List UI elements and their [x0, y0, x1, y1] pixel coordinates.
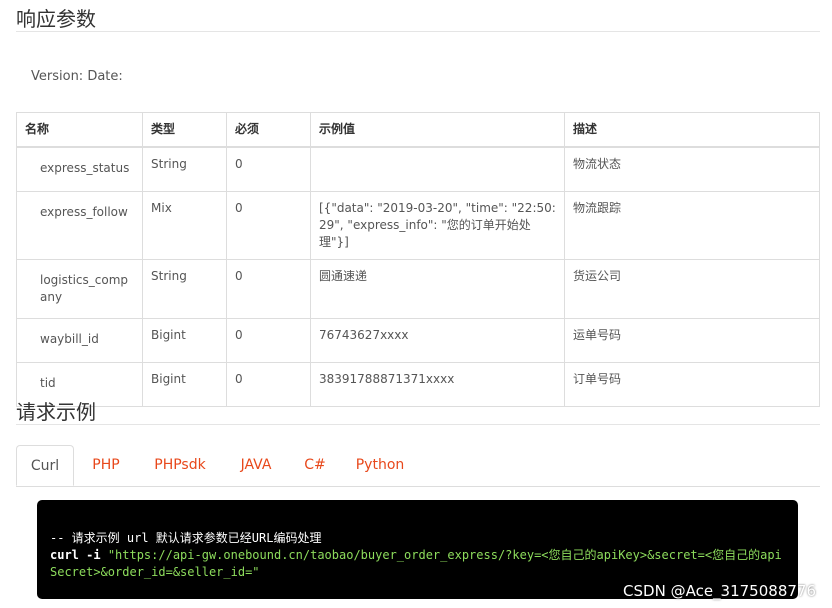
- tab-phpsdk[interactable]: PHPsdk: [146, 445, 214, 485]
- header-type: 类型: [142, 112, 227, 148]
- title-divider: [16, 31, 820, 32]
- cell-example: 76743627xxxx: [310, 318, 565, 363]
- cell-name: express_status: [16, 146, 143, 192]
- tab-curl[interactable]: Curl: [16, 445, 74, 486]
- tab-csharp[interactable]: C#: [296, 445, 334, 485]
- code-command: curl -i: [50, 548, 101, 562]
- tab-java[interactable]: JAVA: [228, 445, 284, 485]
- cell-name: express_follow: [16, 191, 143, 260]
- params-table: 名称 类型 必须 示例值 描述 express_status String 0 …: [16, 112, 820, 407]
- cell-description: 运单号码: [564, 318, 820, 363]
- cell-example: 38391788871371xxxx: [310, 362, 565, 407]
- cell-name: waybill_id: [16, 318, 143, 363]
- cell-description: 货运公司: [564, 259, 820, 319]
- cell-type: Bigint: [142, 362, 227, 407]
- cell-required: 0: [226, 146, 311, 192]
- table-row: express_follow Mix 0 [{"data": "2019-03-…: [16, 191, 820, 260]
- header-name: 名称: [16, 112, 143, 148]
- cell-required: 0: [226, 191, 311, 260]
- cell-required: 0: [226, 259, 311, 319]
- code-comment: -- 请求示例 url 默认请求参数已经URL编码处理: [50, 531, 322, 545]
- code-command-line: curl -i "https://api-gw.onebound.cn/taob…: [50, 547, 785, 581]
- table-row: logistics_company String 0 圆通速递 货运公司: [16, 259, 820, 319]
- csdn-watermark: CSDN @Ace_3175088776: [623, 582, 816, 600]
- response-params-title: 响应参数: [16, 7, 96, 31]
- table-header-row: 名称 类型 必须 示例值 描述: [16, 112, 820, 148]
- language-tabs: Curl PHP PHPsdk JAVA C# Python: [16, 445, 820, 487]
- table-row: waybill_id Bigint 0 76743627xxxx 运单号码: [16, 318, 820, 363]
- cell-description: 订单号码: [564, 362, 820, 407]
- table-row: tid Bigint 0 38391788871371xxxx 订单号码: [16, 362, 820, 407]
- header-description: 描述: [564, 112, 820, 148]
- cell-type: Bigint: [142, 318, 227, 363]
- request-example-title: 请求示例: [16, 400, 96, 424]
- title-divider: [16, 424, 820, 425]
- cell-description: 物流状态: [564, 146, 820, 192]
- cell-type: Mix: [142, 191, 227, 260]
- code-url: "https://api-gw.onebound.cn/taobao/buyer…: [50, 548, 782, 579]
- cell-required: 0: [226, 318, 311, 363]
- version-line: Version: Date:: [31, 69, 123, 84]
- cell-example: [310, 146, 565, 192]
- cell-name: logistics_company: [16, 259, 143, 319]
- cell-type: String: [142, 259, 227, 319]
- header-required: 必须: [226, 112, 311, 148]
- cell-description: 物流跟踪: [564, 191, 820, 260]
- cell-required: 0: [226, 362, 311, 407]
- cell-example: 圆通速递: [310, 259, 565, 319]
- cell-example: [{"data": "2019-03-20", "time": "22:50:2…: [310, 191, 565, 260]
- table-row: express_status String 0 物流状态: [16, 146, 820, 192]
- tab-php[interactable]: PHP: [78, 445, 134, 485]
- cell-type: String: [142, 146, 227, 192]
- tab-python[interactable]: Python: [348, 445, 412, 485]
- header-example: 示例值: [310, 112, 565, 148]
